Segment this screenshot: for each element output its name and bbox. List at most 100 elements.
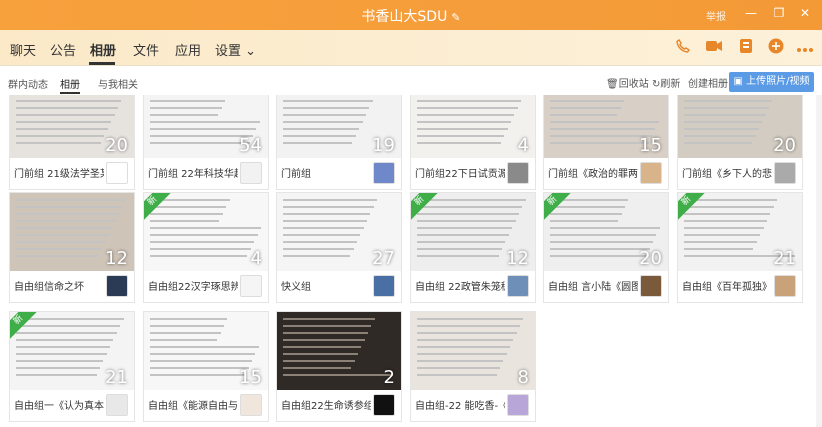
album-cover-image: 54	[144, 95, 268, 158]
tab-announcement[interactable]: 公告	[50, 40, 76, 59]
album-card[interactable]: 20 门前组 21级法学圣某倍	[9, 95, 135, 190]
photo-count: 19	[372, 135, 395, 156]
album-title: 自由组22汉字琢思辨	[148, 282, 238, 293]
album-card[interactable]: 新 12 自由组 22政管朱笼稠	[410, 192, 536, 303]
edit-icon[interactable]: ✎	[451, 11, 460, 24]
photo-count: 15	[639, 135, 662, 156]
video-icon[interactable]	[704, 38, 724, 58]
active-tab-indicator	[89, 62, 115, 65]
photo-count: 4	[517, 135, 529, 156]
upload-icon: ▣	[733, 76, 747, 87]
window-title[interactable]: 书香山大SDU ✎	[0, 6, 822, 26]
album-card[interactable]: 4 门前组22下日试贡源	[410, 95, 536, 190]
refresh-button[interactable]: ↻刷新	[652, 75, 680, 90]
album-title: 自由组《能源自由与...	[148, 401, 238, 412]
album-card[interactable]: 8 自由组-22 能吃香-《...	[410, 311, 536, 422]
creator-avatar[interactable]	[373, 162, 395, 184]
minimize-icon[interactable]: —	[742, 6, 760, 20]
restore-icon[interactable]: ❐	[770, 6, 788, 20]
album-card[interactable]: 20 门前组《乡下人的悲...	[677, 95, 803, 190]
album-cover-image: 20	[10, 95, 134, 158]
creator-avatar[interactable]	[373, 394, 395, 416]
album-card[interactable]: 12 自由组信命之坏	[9, 192, 135, 303]
creator-avatar[interactable]	[507, 275, 529, 297]
album-grid: 20 门前组 21级法学圣某倍 54 门前组 22年科技华超 19 门前组 4 门前组22下日…	[0, 95, 822, 427]
creator-avatar[interactable]	[774, 275, 796, 297]
tab-chat[interactable]: 聊天	[10, 40, 36, 59]
album-card[interactable]: 新20 自由组 言小陆《圆图...	[543, 192, 669, 303]
album-cover-image: 新4	[144, 193, 268, 271]
upload-button[interactable]: ▣ 上传照片/视频	[729, 72, 814, 92]
vertical-scrollbar[interactable]	[816, 95, 822, 427]
album-title: 门前组22下日试贡源	[415, 169, 505, 180]
album-cover-image	[677, 311, 801, 389]
album-title: 门前组 22年科技华超	[148, 169, 238, 180]
photo-count: 20	[105, 135, 128, 156]
tab-settings[interactable]: 设置 ⌄	[215, 40, 256, 59]
creator-avatar[interactable]	[640, 275, 662, 297]
album-card[interactable]: 19 门前组	[276, 95, 402, 190]
creator-avatar[interactable]	[774, 162, 796, 184]
album-cover-image: 15	[544, 95, 668, 158]
creator-avatar[interactable]	[106, 275, 128, 297]
album-title: 自由组一《认为真本...	[14, 401, 104, 412]
album-title: 自由组 22政管朱笼稠	[415, 282, 505, 293]
trash-icon: 🗑	[606, 79, 619, 90]
tab-album[interactable]: 相册	[90, 40, 116, 59]
album-card[interactable]: 54 门前组 22年科技华超	[143, 95, 269, 190]
window-titlebar: 书香山大SDU ✎ 举报 — ❐ ✕	[0, 0, 822, 30]
album-cover-image: 20	[678, 95, 802, 158]
tab-files[interactable]: 文件	[133, 40, 159, 59]
subtab-album[interactable]: 相册	[60, 76, 80, 91]
album-cover-image: 27	[277, 193, 401, 271]
cover-text-lines	[283, 318, 395, 390]
album-cover-image: 4	[411, 95, 535, 158]
album-card[interactable]: 新 4 自由组22汉字琢思辨	[143, 192, 269, 303]
create-album-button[interactable]: 创建相册	[688, 75, 728, 90]
active-subtab-indicator	[60, 92, 80, 94]
creator-avatar[interactable]	[507, 394, 529, 416]
creator-avatar[interactable]	[373, 275, 395, 297]
album-card[interactable]: 27 快义组	[276, 192, 402, 303]
cover-text-lines	[417, 318, 529, 390]
photo-count: 12	[105, 248, 128, 269]
photo-count: 21	[105, 367, 128, 388]
photo-count: 20	[773, 135, 796, 156]
report-link[interactable]: 举报	[706, 8, 726, 23]
photo-count: 27	[372, 248, 395, 269]
creator-avatar[interactable]	[240, 275, 262, 297]
album-card[interactable]: 2 自由组22生命诱参组	[276, 311, 402, 422]
album-cover-image: 新 21	[10, 312, 134, 390]
album-card[interactable]: 15 门前组《政治的罪两》	[543, 95, 669, 190]
more-icon[interactable]	[795, 38, 815, 58]
creator-avatar[interactable]	[640, 162, 662, 184]
album-title: 门前组《政治的罪两》	[548, 169, 638, 180]
album-card[interactable]: 新 21 自由组一《认为真本...	[9, 311, 135, 422]
subtab-group-feed[interactable]: 群内动态	[8, 76, 48, 91]
tab-apps[interactable]: 应用	[175, 40, 201, 59]
creator-avatar[interactable]	[240, 162, 262, 184]
photo-count: 4	[250, 248, 262, 269]
album-card[interactable]	[677, 311, 803, 422]
photo-count: 21	[773, 248, 796, 269]
album-title: 门前组 21级法学圣某倍	[14, 169, 104, 180]
creator-avatar[interactable]	[240, 394, 262, 416]
photo-count: 54	[239, 135, 262, 156]
apps-icon[interactable]	[736, 38, 756, 58]
photo-count: 12	[506, 248, 529, 269]
album-card[interactable]	[543, 311, 669, 422]
phone-icon[interactable]	[673, 38, 693, 58]
album-card[interactable]: 15 自由组《能源自由与...	[143, 311, 269, 422]
photo-count: 8	[517, 367, 529, 388]
close-icon[interactable]: ✕	[796, 6, 814, 20]
album-cover-image: 新 21	[678, 193, 802, 271]
recycle-bin-button[interactable]: 🗑回收站	[606, 75, 649, 90]
creator-avatar[interactable]	[106, 394, 128, 416]
subtab-related-to-me[interactable]: 与我相关	[98, 76, 138, 91]
album-title: 自由组-22 能吃香-《...	[415, 401, 505, 412]
creator-avatar[interactable]	[106, 162, 128, 184]
album-card[interactable]: 新 21 自由组《百年孤独》...	[677, 192, 803, 303]
add-icon[interactable]	[766, 38, 786, 58]
creator-avatar[interactable]	[507, 162, 529, 184]
cover-text-lines	[417, 95, 529, 158]
